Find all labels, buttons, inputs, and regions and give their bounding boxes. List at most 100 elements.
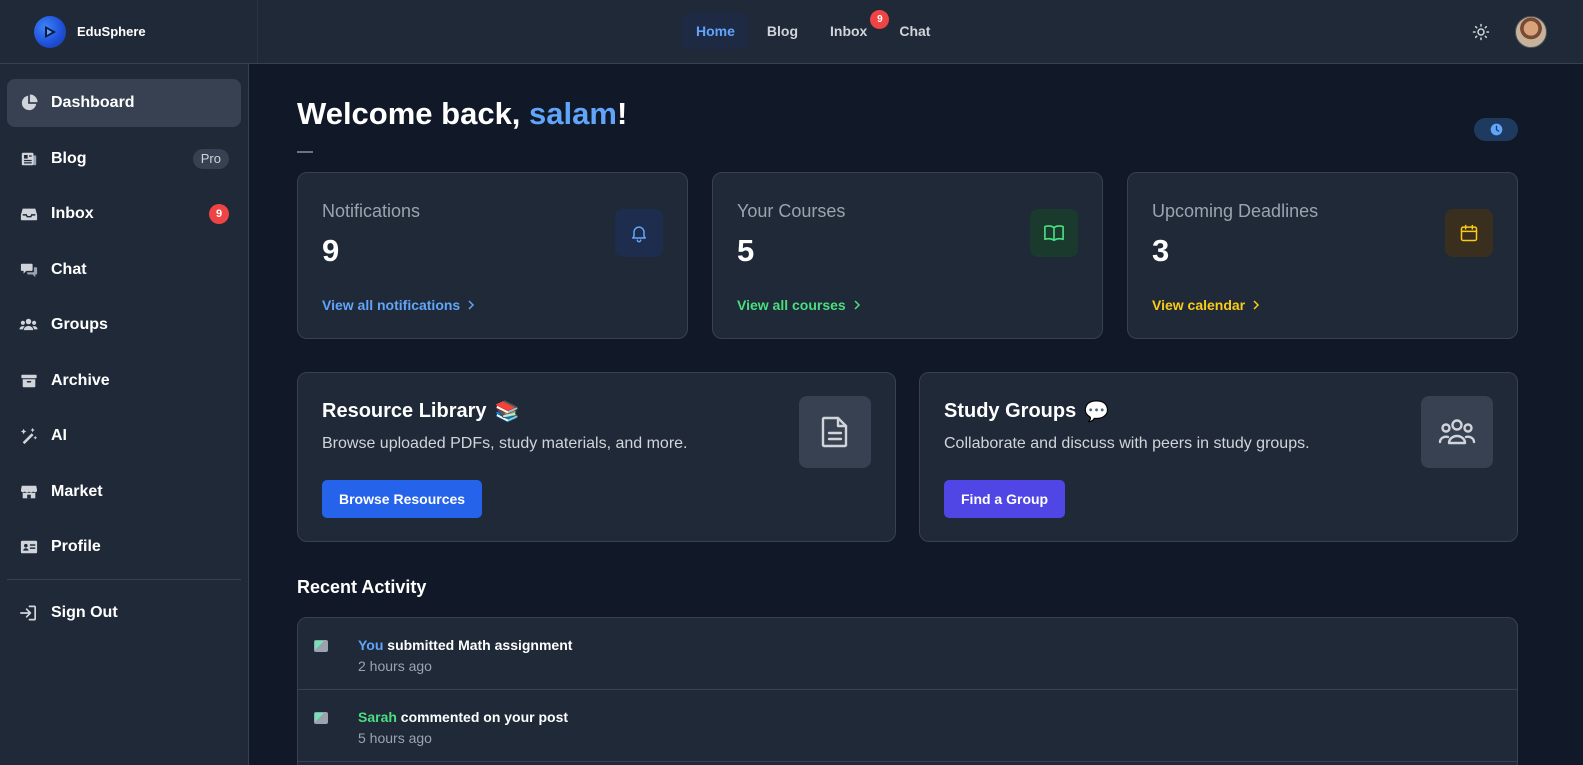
topnav-blog[interactable]: Blog [753,13,812,49]
card-description: Collaborate and discuss with peers in st… [944,435,1310,452]
sidebar-item-label: Groups [51,316,108,333]
card-title-text: Resource Library [322,400,487,422]
card-value: 3 [1152,233,1170,268]
clock-icon [1490,123,1503,136]
list-item[interactable]: Sarah commented on your post 5 hours ago [298,690,1517,762]
inbox-count-badge: 9 [209,204,229,224]
sign-out-label: Sign Out [51,603,118,621]
group-icon [1421,396,1493,468]
activity-time: 2 hours ago [358,658,432,674]
link-label: View all notifications [322,297,461,313]
chat-icon [19,260,38,279]
brand-name: EduSphere [77,24,146,39]
store-icon [19,482,38,501]
welcome-prefix: Welcome back, [297,96,530,131]
card-description: Browse uploaded PDFs, study materials, a… [322,435,688,452]
activity-time: 5 hours ago [358,730,432,746]
id-card-icon [19,538,38,557]
topnav-chat-label: Chat [899,23,931,39]
pie-chart-icon [19,94,38,113]
topnav-blog-label: Blog [766,23,799,39]
notifications-card: Notifications 9 View all notifications [297,172,688,339]
sidebar-item-profile[interactable]: Profile [7,523,241,571]
archive-icon [19,371,38,390]
recent-activity-list: You submitted Math assignment 2 hours ag… [297,617,1518,765]
welcome-username: salam [529,96,617,131]
link-label: View all courses [737,297,846,313]
card-title-text: Study Groups [944,400,1077,422]
pro-badge: Pro [192,148,229,169]
activity-text: You submitted Math assignment [358,637,572,653]
sidebar-item-dashboard[interactable]: Dashboard [7,79,241,127]
card-title: Your Courses [737,201,846,221]
topnav-inbox-label: Inbox [830,23,868,39]
book-open-icon [1030,209,1078,257]
view-all-notifications-link[interactable]: View all notifications [322,297,476,313]
link-label: View calendar [1152,297,1246,313]
topnav-home[interactable]: Home [682,13,749,49]
inbox-icon [19,205,38,224]
top-bar: EduSphere Home Blog Inbox 9 Chat [0,0,1583,64]
card-title: Upcoming Deadlines [1152,201,1319,221]
activity-actor: You [358,637,384,653]
document-icon [799,396,871,468]
sidebar-item-label: Chat [51,260,87,278]
sidebar-item-label: Blog [51,149,87,167]
sidebar-item-chat[interactable]: Chat [7,246,241,294]
brand[interactable]: EduSphere [0,0,258,63]
sidebar-item-inbox[interactable]: Inbox 9 [7,190,241,238]
card-title: Resource Library 📚 [322,399,519,424]
sign-out-icon [19,603,38,622]
sidebar-divider [7,578,241,580]
activity-actor: Sarah [358,709,397,725]
resource-library-card: Resource Library 📚 Browse uploaded PDFs,… [297,372,896,542]
users-icon [19,316,38,335]
sidebar-item-label: Inbox [51,205,94,222]
sign-out-button[interactable]: Sign Out [7,589,241,637]
card-value: 5 [737,233,755,268]
view-calendar-link[interactable]: View calendar [1152,297,1261,313]
sidebar-item-label: Dashboard [51,94,135,111]
deadlines-card: Upcoming Deadlines 3 View calendar [1127,172,1518,339]
sidebar-item-label: Archive [51,371,110,389]
sidebar-item-label: AI [51,427,67,444]
calendar-icon [1445,209,1493,257]
sidebar-item-label: Market [51,482,103,500]
welcome-suffix: ! [616,96,628,131]
chevron-right-icon [466,300,476,310]
topnav-inbox[interactable]: Inbox 9 [816,10,890,49]
main-content: Welcome back, salam! Notifications 9 Vie… [249,64,1583,765]
activity-text: Sarah commented on your post [358,709,568,725]
list-item[interactable]: You submitted Math assignment 2 hours ag… [298,618,1517,690]
card-value: 9 [322,233,340,268]
sidebar: Dashboard Blog Pro Inbox 9 Chat Groups A… [0,64,249,765]
sidebar-item-groups[interactable]: Groups [7,301,241,349]
sidebar-item-label: Profile [51,538,101,555]
books-emoji-icon: 📚 [494,401,520,423]
activity-action: submitted Math assignment [383,637,573,653]
browse-resources-button[interactable]: Browse Resources [322,480,483,518]
activity-action: commented on your post [396,709,569,725]
broken-avatar-image [314,712,342,740]
topnav-chat[interactable]: Chat [885,13,944,49]
recent-activity-heading: Recent Activity [297,577,427,597]
view-all-courses-link[interactable]: View all courses [737,297,862,313]
top-navigation: Home Blog Inbox 9 Chat [682,10,944,49]
sidebar-item-ai[interactable]: AI [7,412,241,460]
edusphere-logo-icon [34,15,66,48]
card-title: Study Groups 💬 [944,399,1109,424]
sidebar-item-blog[interactable]: Blog Pro [7,135,241,183]
study-groups-card: Study Groups 💬 Collaborate and discuss w… [919,372,1518,542]
theme-toggle-sun-icon[interactable] [1471,22,1491,42]
broken-avatar-image [314,640,342,668]
user-avatar[interactable] [1515,16,1547,48]
sidebar-item-archive[interactable]: Archive [7,357,241,405]
find-a-group-button[interactable]: Find a Group [944,480,1066,518]
sidebar-item-market[interactable]: Market [7,468,241,516]
courses-card: Your Courses 5 View all courses [712,172,1103,339]
newspaper-icon [19,149,38,168]
chevron-right-icon [1251,300,1261,310]
welcome-heading: Welcome back, salam! [297,96,627,132]
card-title: Notifications [322,201,421,221]
clock-badge[interactable] [1474,118,1518,141]
